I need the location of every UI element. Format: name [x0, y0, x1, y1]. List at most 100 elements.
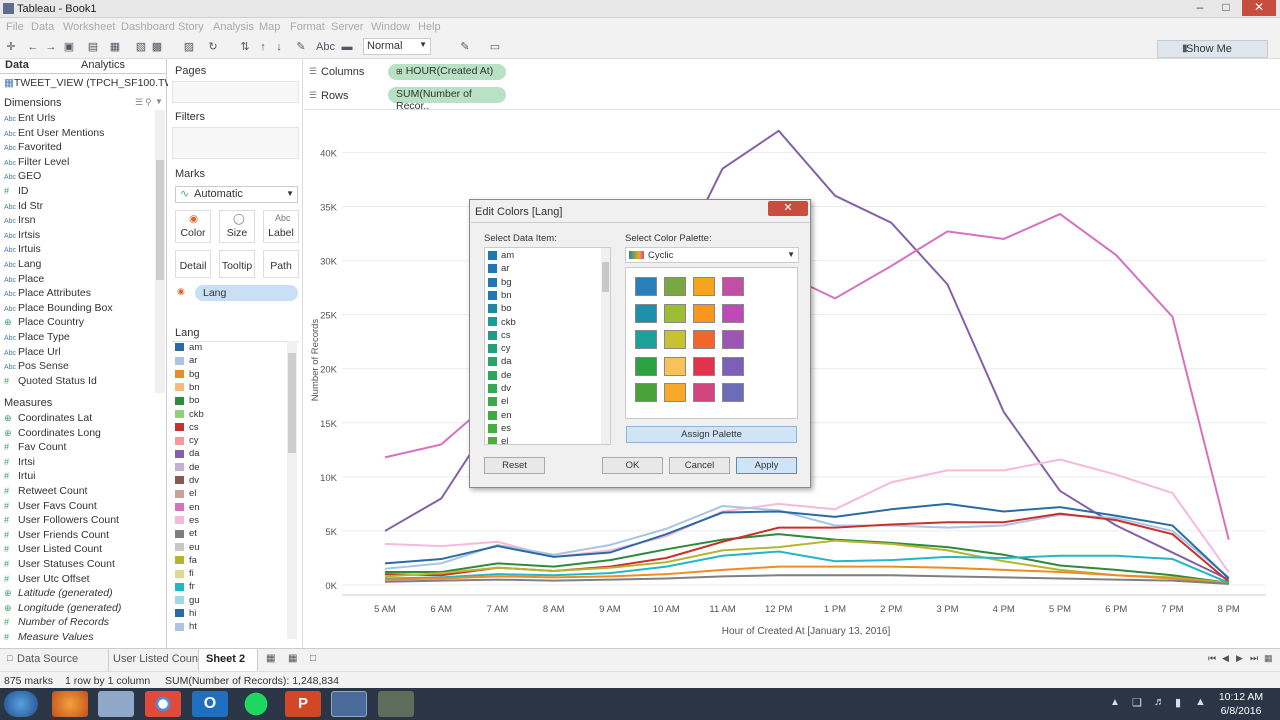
legend-item[interactable]: eu — [175, 542, 200, 553]
palette-color-cell[interactable] — [722, 356, 744, 376]
labels-icon[interactable]: Abc — [316, 40, 335, 54]
legend-item[interactable]: en — [175, 502, 200, 513]
measure-field[interactable]: # User Listed Count — [4, 543, 102, 555]
maximize-button[interactable]: □ — [1213, 0, 1239, 16]
label-button[interactable]: Abc Label — [263, 210, 299, 243]
dimension-field[interactable]: Abc Place — [4, 273, 44, 285]
legend-item[interactable]: am — [175, 342, 202, 353]
data-item[interactable]: el — [488, 396, 508, 407]
new-sheet-icon[interactable]: ▦ — [108, 40, 122, 54]
calculator-icon[interactable] — [98, 691, 134, 717]
dimension-field[interactable]: Abc Id Str — [4, 200, 43, 212]
dimension-field[interactable]: # Quoted Status Id — [4, 375, 97, 387]
palette-color-cell[interactable] — [693, 330, 715, 349]
lang-color-pill[interactable]: Lang — [195, 285, 298, 301]
nav-last-icon[interactable]: ⏭ — [1250, 653, 1258, 664]
data-item[interactable]: en — [488, 410, 512, 421]
nav-prev-icon[interactable]: ◀ — [1222, 653, 1229, 664]
palette-color-cell[interactable] — [693, 383, 715, 402]
clock-date[interactable]: 6/8/2016 — [1216, 705, 1266, 717]
sort-asc-icon[interactable]: ↑ — [256, 40, 270, 54]
data-item[interactable]: bo — [488, 303, 512, 314]
close-button[interactable]: ✕ — [1242, 0, 1276, 16]
menu-file[interactable]: File — [6, 21, 24, 33]
palette-color-cell[interactable] — [664, 356, 686, 376]
columns-pill[interactable]: ⊞ HOUR(Created At) — [388, 64, 506, 80]
data-item[interactable]: dv — [488, 383, 511, 394]
measure-field[interactable]: # User Followers Count — [4, 514, 119, 526]
chrome-icon[interactable] — [145, 691, 181, 717]
palette-color-cell[interactable] — [664, 277, 686, 296]
clock-time[interactable]: 10:12 AM — [1216, 691, 1266, 703]
palette-color-cell[interactable] — [635, 330, 657, 349]
tray-expand-icon[interactable]: ▲ — [1110, 697, 1120, 708]
measure-field[interactable]: ⊕ Latitude (generated) — [4, 587, 113, 599]
data-item[interactable]: ar — [488, 263, 509, 274]
legend-item[interactable]: bo — [175, 395, 200, 406]
measure-field[interactable]: # Retweet Count — [4, 485, 87, 497]
detail-button[interactable]: Detail — [175, 250, 211, 278]
fit-icon[interactable]: ▬ — [340, 40, 354, 54]
data-item[interactable]: da — [488, 356, 512, 367]
legend-item[interactable]: gu — [175, 595, 200, 606]
dialog-close-button[interactable]: ✕ — [768, 201, 808, 216]
data-item[interactable]: bn — [488, 290, 512, 301]
legend-item[interactable]: cy — [175, 435, 199, 446]
legend-item[interactable]: es — [175, 515, 199, 526]
dimension-field[interactable]: Abc GEO — [4, 170, 41, 182]
menu-map[interactable]: Map — [259, 21, 280, 33]
spotify-icon[interactable] — [238, 691, 274, 717]
color-button[interactable]: ◉ Color — [175, 210, 211, 243]
dimension-field[interactable]: Abc Place Url — [4, 346, 61, 358]
dimension-field[interactable]: # ID — [4, 185, 29, 197]
palette-color-cell[interactable] — [664, 330, 686, 349]
undo-icon[interactable]: ← — [26, 40, 40, 54]
data-item[interactable]: ckb — [488, 317, 516, 328]
mark-type-select[interactable]: ∿ Automatic ▼ — [175, 186, 298, 203]
palette-color-cell[interactable] — [722, 330, 744, 349]
legend-item[interactable]: de — [175, 462, 200, 473]
legend-item[interactable]: fr — [175, 581, 195, 592]
palette-color-cell[interactable] — [693, 356, 715, 376]
dropbox-icon[interactable]: ❏ — [1132, 696, 1142, 709]
menu-data[interactable]: Data — [31, 21, 54, 33]
dimension-field[interactable]: Abc Favorited — [4, 141, 62, 153]
sheet-2-tab[interactable]: Sheet 2 — [206, 653, 245, 665]
data-item[interactable]: es — [488, 423, 511, 434]
data-item[interactable]: el — [488, 436, 508, 444]
fit-select[interactable]: Normal ▼ — [363, 38, 431, 55]
measure-field[interactable]: # Measure Values — [4, 631, 93, 643]
menu-story[interactable]: Story — [178, 21, 204, 33]
legend-scrollbar[interactable] — [287, 341, 297, 639]
duplicate-sheet-icon[interactable]: ▧ — [134, 40, 148, 54]
view-options-icon[interactable]: ☰ — [135, 97, 143, 108]
reset-button[interactable]: Reset — [484, 457, 545, 474]
highlight-icon[interactable]: ✎ — [294, 40, 308, 54]
nav-first-icon[interactable]: ⏮ — [1208, 653, 1216, 664]
cancel-button[interactable]: Cancel — [669, 457, 730, 474]
item-list-scrollbar[interactable] — [601, 248, 610, 444]
menu-server[interactable]: Server — [331, 21, 363, 33]
legend-item[interactable]: ht — [175, 621, 197, 632]
dimension-field[interactable]: Abc Pos Sense — [4, 360, 69, 372]
user-listed-count-tab[interactable]: User Listed Count — [113, 653, 201, 665]
ok-button[interactable]: OK — [602, 457, 663, 474]
data-item-list[interactable]: am ar bg bn bo ckb cs cy da de dv el en es el — [484, 247, 611, 445]
firefox-icon[interactable] — [52, 691, 88, 717]
rows-pill[interactable]: SUM(Number of Recor.. — [388, 87, 506, 112]
run-update-icon[interactable]: ↻ — [206, 40, 220, 54]
tableau-taskbar-icon[interactable] — [331, 691, 367, 717]
measure-field[interactable]: # User Utc Offset — [4, 573, 90, 585]
legend-item[interactable]: da — [175, 448, 200, 459]
menu-window[interactable]: Window — [371, 21, 410, 33]
measure-field[interactable]: # User Favs Count — [4, 500, 97, 512]
dimension-field[interactable]: Abc Irtuis — [4, 243, 41, 255]
swap-icon[interactable]: ⇅ — [238, 40, 252, 54]
measure-field[interactable]: ⊕ Coordinates Long — [4, 427, 101, 439]
legend-item[interactable]: bg — [175, 369, 200, 380]
data-source-tab[interactable]: Data Source — [17, 653, 78, 665]
data-item[interactable]: de — [488, 370, 512, 381]
palette-color-cell[interactable] — [664, 383, 686, 402]
new-story-icon[interactable]: □ — [310, 653, 316, 664]
redo-icon[interactable]: → — [44, 40, 58, 54]
